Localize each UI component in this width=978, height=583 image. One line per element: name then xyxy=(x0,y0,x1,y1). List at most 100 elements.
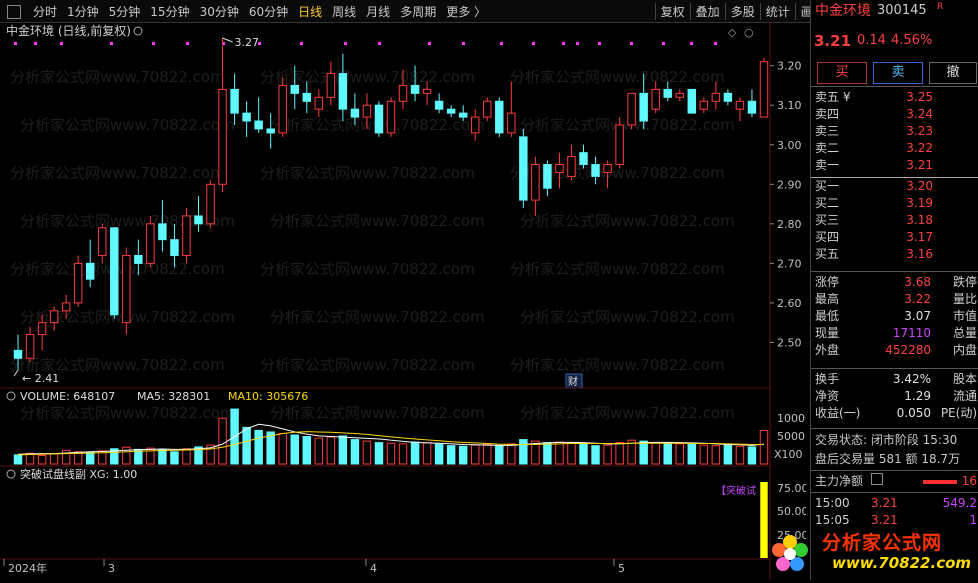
candle-body[interactable] xyxy=(158,223,167,241)
candle-body[interactable] xyxy=(122,254,131,324)
candle-body[interactable] xyxy=(483,100,492,118)
candle-body[interactable] xyxy=(639,92,648,122)
candle-body[interactable] xyxy=(61,302,71,312)
tab-period-8[interactable]: 月线 xyxy=(361,3,395,20)
candle-body[interactable] xyxy=(603,164,612,173)
candle-body[interactable] xyxy=(747,100,757,114)
sell-button[interactable]: 卖 xyxy=(873,62,923,84)
candle-body[interactable] xyxy=(302,92,312,102)
buy-button[interactable]: 买 xyxy=(817,62,867,84)
candle-body[interactable] xyxy=(663,88,672,98)
tab-period-7[interactable]: 周线 xyxy=(327,3,361,20)
stat-label: 现量 xyxy=(815,326,840,340)
candle-body[interactable] xyxy=(326,73,336,98)
candle-body[interactable] xyxy=(627,92,636,126)
candle-body[interactable] xyxy=(495,100,504,134)
circle-icon: ○ xyxy=(744,26,754,39)
title-dropdown-icon[interactable] xyxy=(133,26,143,36)
tab-period-4[interactable]: 30分钟 xyxy=(195,3,244,20)
candle-body[interactable] xyxy=(410,84,420,94)
candle-body[interactable] xyxy=(446,108,456,114)
candle-body[interactable] xyxy=(555,164,564,173)
candle-body[interactable] xyxy=(458,112,468,118)
candle-body[interactable] xyxy=(110,227,119,316)
candle-body[interactable] xyxy=(230,88,239,114)
candle-body[interactable] xyxy=(398,84,408,102)
candle-body[interactable] xyxy=(338,73,348,110)
candle-body[interactable] xyxy=(25,334,35,359)
candle-body[interactable] xyxy=(711,92,721,102)
candle-body[interactable] xyxy=(134,254,143,264)
buy-level-row: 买三 3.18 xyxy=(811,212,978,229)
price-tick-label: 2.70 xyxy=(777,257,802,270)
candle-body[interactable] xyxy=(651,88,660,110)
candle-body[interactable] xyxy=(266,128,275,134)
volume-bar xyxy=(495,445,504,465)
tab-period-2[interactable]: 5分钟 xyxy=(104,3,146,20)
candle-body[interactable] xyxy=(470,116,480,134)
volume-dropdown-icon[interactable] xyxy=(6,391,16,401)
candle-body[interactable] xyxy=(37,322,47,336)
candle-body[interactable] xyxy=(519,136,528,201)
grid-icon[interactable] xyxy=(7,5,21,19)
toolbar-item-1[interactable]: 叠加 xyxy=(689,2,725,20)
tab-period-10[interactable]: 更多 〉 xyxy=(441,3,491,20)
candle-body[interactable] xyxy=(218,88,227,185)
candle-body[interactable] xyxy=(13,349,23,359)
candle-body[interactable] xyxy=(290,84,299,94)
toolbar-item-0[interactable]: 复权 xyxy=(654,2,690,20)
tab-period-9[interactable]: 多周期 xyxy=(395,3,441,20)
candle-body[interactable] xyxy=(615,124,624,166)
candle-body[interactable] xyxy=(170,239,179,256)
candle-body[interactable] xyxy=(278,84,287,134)
stat-label-right: 跌停 xyxy=(952,275,977,289)
candle-body[interactable] xyxy=(591,164,600,177)
candle-body[interactable] xyxy=(314,96,324,110)
candle-body[interactable] xyxy=(567,156,576,177)
candle-body[interactable] xyxy=(687,88,697,114)
candle-body[interactable] xyxy=(699,100,709,110)
candle-body[interactable] xyxy=(182,215,191,256)
candle-body[interactable] xyxy=(386,100,396,134)
sell-level-label: 卖五 ¥ xyxy=(815,90,851,104)
volume-tick-label: 5000 xyxy=(777,430,805,443)
tab-period-6[interactable]: 日线 xyxy=(293,3,327,20)
candle-body[interactable] xyxy=(194,215,203,225)
signal-dot xyxy=(300,42,303,45)
candle-body[interactable] xyxy=(374,104,384,134)
candle-body[interactable] xyxy=(254,120,263,130)
candle-body[interactable] xyxy=(49,310,59,324)
watermark-text: 分析家公式网www.70822.com xyxy=(510,68,725,86)
candle-body[interactable] xyxy=(85,262,95,280)
main-net-icon[interactable] xyxy=(870,473,883,485)
tab-period-3[interactable]: 15分钟 xyxy=(145,3,194,20)
candle-body[interactable] xyxy=(531,164,540,201)
candle-body[interactable] xyxy=(735,100,745,110)
candle-body[interactable] xyxy=(242,112,251,122)
tab-period-0[interactable]: 分时 xyxy=(28,3,62,20)
candle-body[interactable] xyxy=(543,164,552,189)
candle-body[interactable] xyxy=(146,223,155,264)
candle-body[interactable] xyxy=(507,112,516,134)
candle-body[interactable] xyxy=(362,104,372,118)
candle-body[interactable] xyxy=(723,92,733,102)
high-marker-line xyxy=(222,37,233,43)
candle-body[interactable] xyxy=(206,183,215,225)
candle-body[interactable] xyxy=(759,61,769,118)
candle-body[interactable] xyxy=(579,152,588,166)
ma5-label: MA5: 328301 xyxy=(137,390,210,403)
cancel-button[interactable]: 撤 xyxy=(929,62,977,84)
candle-body[interactable] xyxy=(434,100,444,110)
candle-body[interactable] xyxy=(675,92,684,98)
candle-body[interactable] xyxy=(73,262,83,304)
stock-chart[interactable]: 分析家公式网www.70822.com 分析家公式网www.70822.com 分析… xyxy=(0,22,806,580)
candle-body[interactable] xyxy=(98,227,107,256)
volume-bar xyxy=(326,436,336,465)
tab-period-1[interactable]: 1分钟 xyxy=(62,3,104,20)
candle-body[interactable] xyxy=(350,108,360,118)
candle-body[interactable] xyxy=(422,88,432,94)
toolbar-item-3[interactable]: 统计 xyxy=(759,2,795,20)
indicator-dropdown-icon[interactable] xyxy=(6,469,16,479)
tab-period-5[interactable]: 60分钟 xyxy=(244,3,293,20)
toolbar-item-2[interactable]: 多股 xyxy=(724,2,760,20)
